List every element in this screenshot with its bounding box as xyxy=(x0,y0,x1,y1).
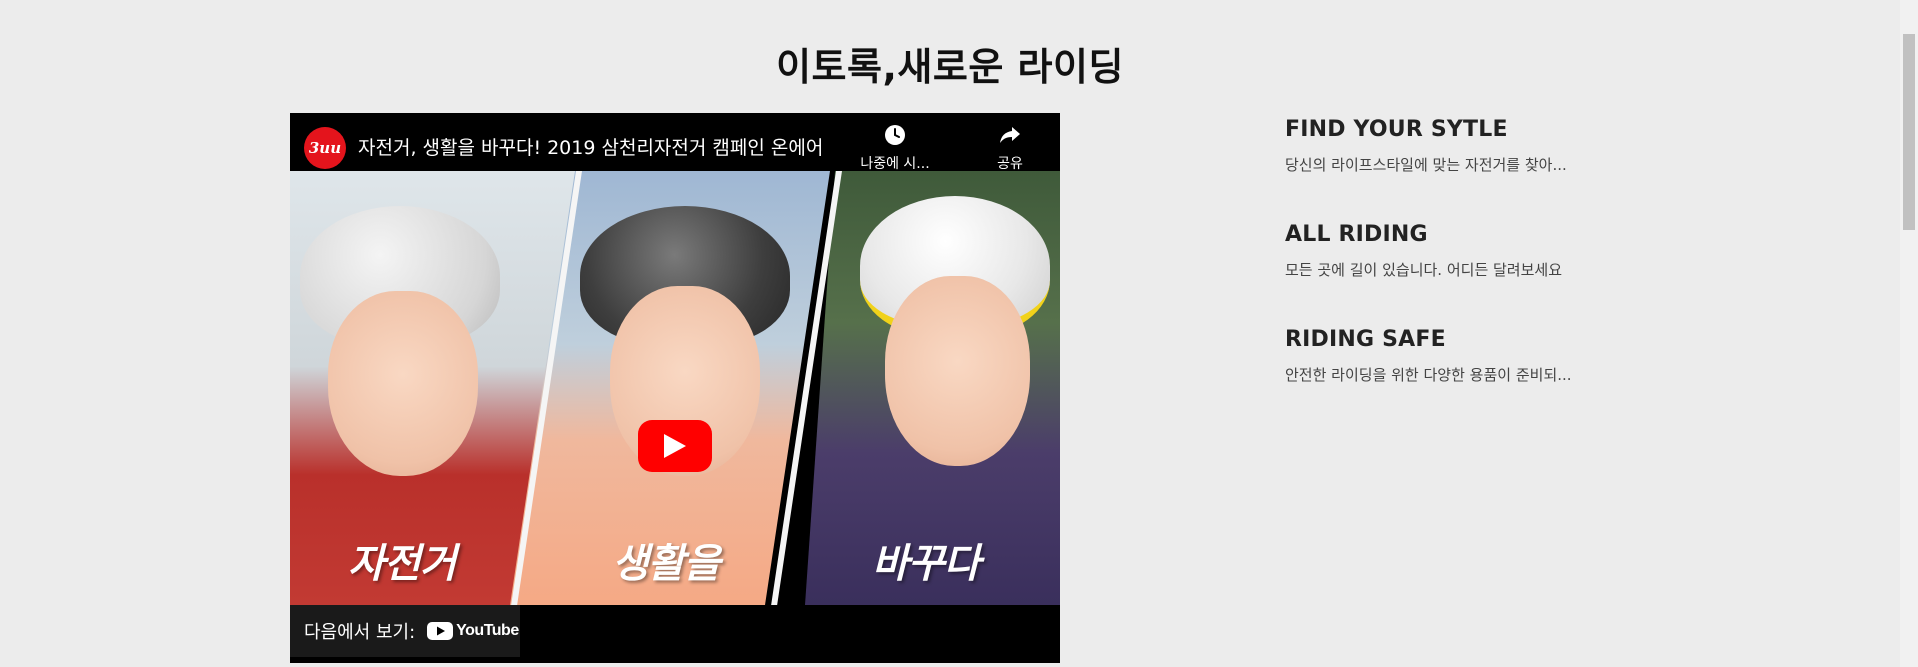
share-button[interactable]: 공유 xyxy=(965,123,1055,173)
share-arrow-icon xyxy=(1000,127,1020,143)
youtube-logo-icon xyxy=(427,622,454,640)
thumbnail-caption: 생활을 xyxy=(612,541,720,587)
face-image-right xyxy=(885,276,1030,466)
video-top-bar: 3uu 자전거, 생활을 바꾸다! 2019 삼천리자전거 캠페인 온에어 나중… xyxy=(290,113,1060,173)
vertical-scrollbar[interactable] xyxy=(1900,0,1918,667)
feature-title[interactable]: RIDING SAFE xyxy=(1285,327,1685,352)
youtube-logo-text: YouTube xyxy=(456,622,519,639)
share-label: 공유 xyxy=(997,156,1023,172)
youtube-video-embed[interactable]: 자전거 생활을 바꾸다 3uu 자전거, 생활을 바꾸다! 2019 삼천리자전… xyxy=(290,113,1060,663)
play-button[interactable] xyxy=(638,420,712,472)
feature-list: FIND YOUR SYTLE 당신의 라이프스타일에 맞는 자전거를 찾아..… xyxy=(1285,117,1685,432)
feature-item-find-your-style[interactable]: FIND YOUR SYTLE 당신의 라이프스타일에 맞는 자전거를 찾아..… xyxy=(1285,117,1685,222)
watch-on-youtube-button[interactable]: 다음에서 보기: YouTube xyxy=(290,605,520,657)
video-bottom-bar: 다음에서 보기: YouTube xyxy=(290,605,1060,663)
video-title[interactable]: 자전거, 생활을 바꾸다! 2019 삼천리자전거 캠페인 온에어 xyxy=(358,133,858,160)
thumbnail-caption: 자전거 xyxy=(348,541,456,587)
feature-title[interactable]: ALL RIDING xyxy=(1285,222,1685,247)
thumbnail-caption: 바꾸다 xyxy=(872,541,980,587)
watch-on-label: 다음에서 보기: xyxy=(304,622,416,643)
clock-icon xyxy=(885,125,905,145)
feature-item-riding-safe[interactable]: RIDING SAFE 안전한 라이딩을 위한 다양한 용품이 준비되... xyxy=(1285,327,1685,432)
page-title: 이토록,새로운 라이딩 xyxy=(776,45,1124,89)
feature-description: 안전한 라이딩을 위한 다양한 용품이 준비되... xyxy=(1285,366,1572,384)
feature-description: 모든 곳에 길이 있습니다. 어디든 달려보세요 xyxy=(1285,261,1563,279)
channel-logo[interactable]: 3uu xyxy=(304,127,346,169)
feature-description: 당신의 라이프스타일에 맞는 자전거를 찾아... xyxy=(1285,156,1567,174)
feature-title[interactable]: FIND YOUR SYTLE xyxy=(1285,117,1685,142)
play-icon xyxy=(664,434,686,458)
video-thumbnail[interactable]: 자전거 생활을 바꾸다 xyxy=(290,171,1060,605)
face-image-left xyxy=(328,291,478,476)
feature-item-all-riding[interactable]: ALL RIDING 모든 곳에 길이 있습니다. 어디든 달려보세요 xyxy=(1285,222,1685,327)
watch-later-button[interactable]: 나중에 시... xyxy=(850,123,940,173)
youtube-logo: YouTube xyxy=(427,622,519,640)
scrollbar-thumb[interactable] xyxy=(1903,34,1915,230)
watch-later-label: 나중에 시... xyxy=(860,156,930,172)
